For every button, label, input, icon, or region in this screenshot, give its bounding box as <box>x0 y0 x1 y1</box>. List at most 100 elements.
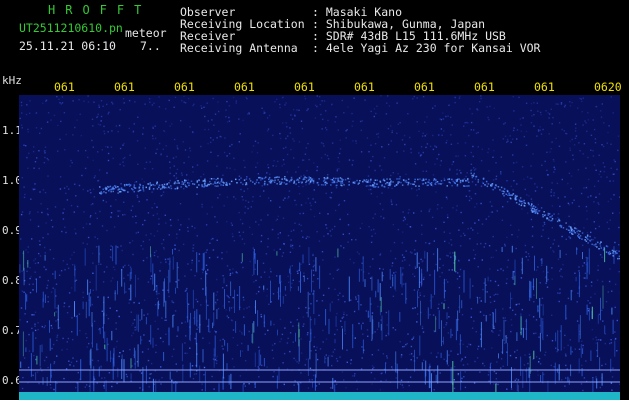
noise-dot <box>393 272 395 274</box>
noise-dot <box>530 198 533 200</box>
trace-dot <box>265 176 267 178</box>
noise-dot <box>517 379 520 381</box>
noise-dot <box>405 367 408 370</box>
noise-dot <box>257 290 260 293</box>
noise-dot <box>239 330 241 332</box>
noise-dot <box>456 173 458 175</box>
trace-dot <box>113 188 116 190</box>
noise-dot <box>569 149 571 151</box>
noise-dot <box>123 165 125 167</box>
noise-dot <box>203 374 205 376</box>
noise-dot <box>592 155 595 157</box>
trace-dot <box>281 178 283 180</box>
noise-dot <box>212 97 214 100</box>
noise-dot <box>351 112 353 115</box>
noise-dot <box>92 262 94 264</box>
noise-dot <box>570 175 573 177</box>
noise-dot <box>322 329 324 332</box>
trace-dot <box>170 187 173 190</box>
noise-dot <box>531 177 533 180</box>
noise-dot <box>585 167 587 169</box>
noise-dot <box>443 130 445 132</box>
noise-dot <box>608 125 610 127</box>
noise-dot <box>232 329 235 331</box>
trace-dot <box>464 185 466 187</box>
noise-dot <box>88 342 90 345</box>
noise-dot <box>610 198 612 200</box>
noise-dot <box>142 248 144 250</box>
trace-dot <box>311 178 313 180</box>
noise-dot <box>158 96 160 98</box>
noise-dot <box>258 367 260 370</box>
noise-dot <box>82 291 84 294</box>
noise-dot <box>124 156 126 159</box>
noise-dot <box>193 373 196 375</box>
trace-dot <box>574 232 576 234</box>
noise-dot <box>590 149 592 151</box>
noise-dot <box>519 118 521 120</box>
noise-dot <box>158 106 161 108</box>
noise-dot <box>525 144 528 146</box>
noise-dot <box>173 106 175 108</box>
trace-dot <box>112 190 114 193</box>
trace-dot <box>311 179 313 182</box>
trace-dot <box>120 190 122 193</box>
trace-dot <box>274 176 276 179</box>
noise-dot <box>179 203 182 205</box>
noise-dot <box>117 215 119 217</box>
noise-dot <box>61 349 63 351</box>
noise-dot <box>205 251 207 254</box>
noise-dot <box>542 128 544 131</box>
noise-dot <box>189 347 191 349</box>
noise-dot <box>572 158 575 161</box>
trace-dot <box>132 189 134 191</box>
noise-dot <box>282 96 284 98</box>
noise-dot <box>386 355 388 357</box>
noise-dot <box>136 196 139 198</box>
trace-dot <box>330 184 332 186</box>
noise-dot <box>316 358 319 361</box>
noise-dot <box>38 240 41 242</box>
trace-dot <box>406 181 408 184</box>
noise-dot <box>506 266 509 268</box>
noise-dot <box>464 386 467 389</box>
noise-dot <box>581 340 583 342</box>
noise-dot <box>539 129 541 131</box>
noise-dot <box>342 295 344 297</box>
noise-dot <box>25 339 27 342</box>
noise-dot <box>336 360 339 362</box>
noise-dot <box>156 148 158 150</box>
noise-dot <box>399 176 401 178</box>
noise-dot <box>302 325 304 327</box>
noise-dot <box>437 352 439 354</box>
noise-dot <box>184 290 187 292</box>
noise-dot <box>351 125 353 127</box>
noise-dot <box>439 267 441 269</box>
noise-dot <box>473 169 476 171</box>
noise-dot <box>86 384 88 386</box>
noise-dot <box>143 299 146 301</box>
noise-dot <box>98 104 100 106</box>
noise-dot <box>579 97 581 100</box>
noise-dot <box>128 127 130 130</box>
noise-dot <box>202 271 204 274</box>
noise-dot <box>403 256 405 259</box>
noise-dot <box>437 307 439 310</box>
noise-dot <box>122 98 125 100</box>
trace-dot <box>196 181 198 183</box>
noise-dot <box>478 219 480 221</box>
noise-dot <box>606 176 608 178</box>
trace-dot <box>427 181 429 183</box>
noise-dot <box>533 294 535 296</box>
noise-dot <box>473 167 475 169</box>
trace-dot <box>594 245 597 247</box>
noise-dot <box>396 132 398 134</box>
noise-dot <box>465 121 467 124</box>
noise-dot <box>488 215 490 218</box>
noise-dot <box>153 102 155 104</box>
trace-dot <box>611 249 614 252</box>
noise-dot <box>599 254 602 256</box>
trace-dot <box>156 181 158 183</box>
noise-dot <box>530 165 532 167</box>
trace-dot <box>268 178 270 180</box>
